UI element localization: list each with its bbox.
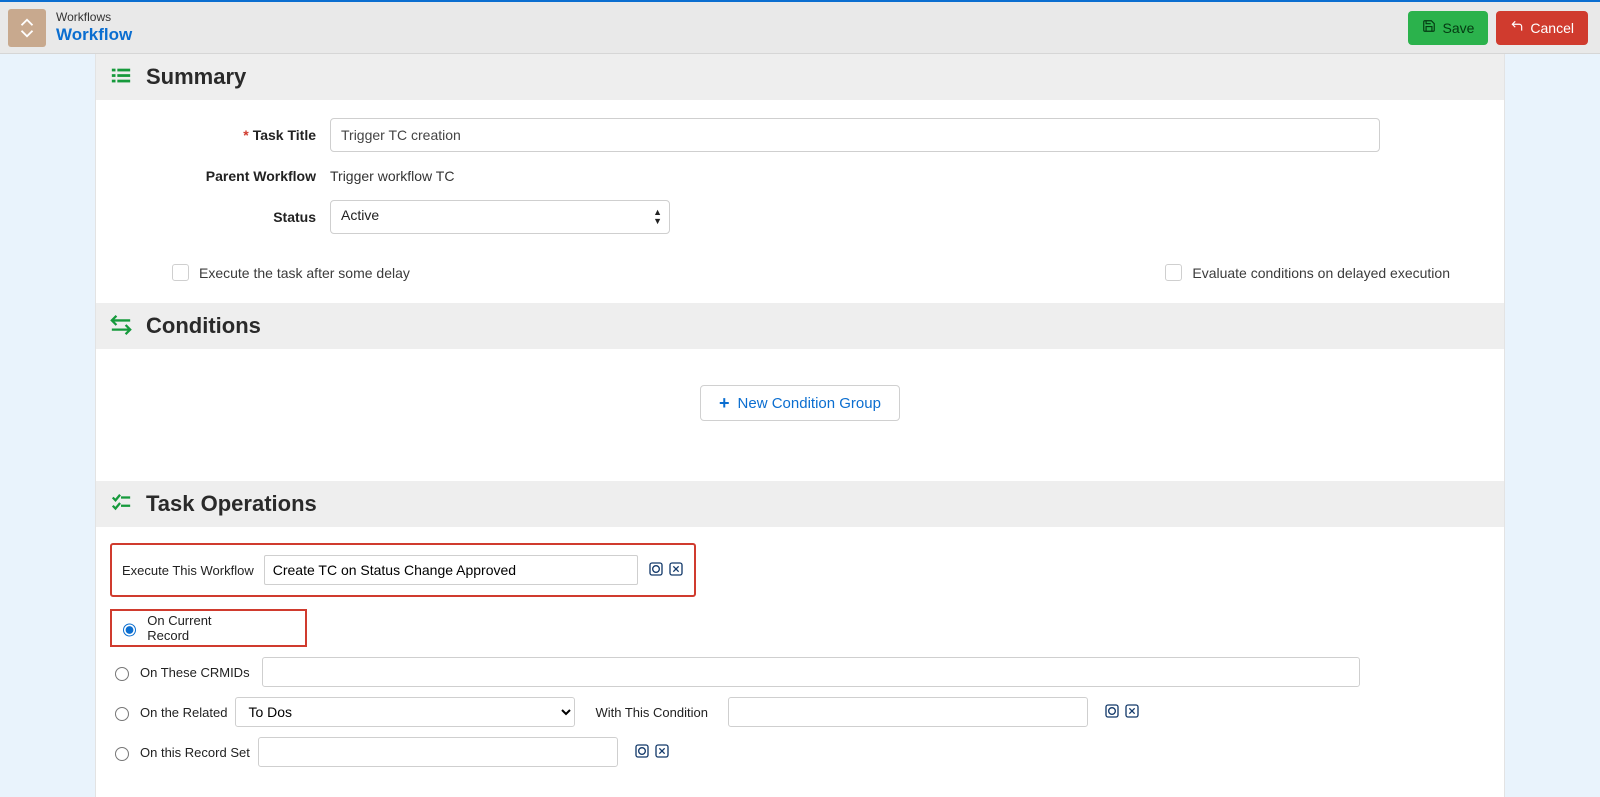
lookup-icon[interactable] bbox=[648, 561, 664, 580]
page-title: Workflow bbox=[56, 25, 132, 45]
section-conditions-title: Conditions bbox=[146, 313, 261, 339]
execute-delay-label: Execute the task after some delay bbox=[199, 265, 410, 281]
section-conditions-header: Conditions bbox=[96, 303, 1504, 349]
execute-workflow-label: Execute This Workflow bbox=[122, 563, 254, 578]
clear-icon[interactable] bbox=[668, 561, 684, 580]
radio-input[interactable] bbox=[115, 707, 129, 721]
checkbox-icon bbox=[1165, 264, 1182, 281]
app-icon bbox=[8, 9, 46, 47]
radio-on-the-related[interactable]: On the Related bbox=[110, 704, 227, 721]
eval-delayed-check[interactable]: Evaluate conditions on delayed execution bbox=[1165, 264, 1450, 281]
status-select[interactable]: Active ▲▼ bbox=[330, 200, 670, 234]
with-condition-label: With This Condition bbox=[595, 705, 707, 720]
summary-body: *Task Title Parent Workflow Trigger work… bbox=[96, 100, 1504, 256]
cancel-button[interactable]: Cancel bbox=[1496, 11, 1588, 45]
page: Summary *Task Title Parent Workflow Trig… bbox=[95, 54, 1505, 797]
undo-icon bbox=[1510, 19, 1524, 36]
radio-on-current-record[interactable]: On Current Record bbox=[110, 609, 307, 647]
radio-on-record-set[interactable]: On this Record Set bbox=[110, 744, 250, 761]
radio-input[interactable] bbox=[123, 623, 136, 637]
task-title-input[interactable] bbox=[330, 118, 1380, 152]
section-taskops-title: Task Operations bbox=[146, 491, 317, 517]
conditions-body: + New Condition Group bbox=[96, 349, 1504, 481]
parent-workflow-label: Parent Workflow bbox=[206, 168, 316, 184]
record-set-input[interactable] bbox=[258, 737, 618, 767]
status-select-value: Active bbox=[330, 200, 670, 234]
breadcrumb: Workflows Workflow bbox=[56, 11, 132, 44]
execute-workflow-input[interactable] bbox=[264, 555, 638, 585]
with-condition-input[interactable] bbox=[728, 697, 1088, 727]
parent-workflow-value: Trigger workflow TC bbox=[330, 168, 1490, 184]
section-summary-title: Summary bbox=[146, 64, 246, 90]
lookup-icon[interactable] bbox=[634, 743, 650, 762]
crmids-input[interactable] bbox=[262, 657, 1360, 687]
topbar: Workflows Workflow Save Cancel bbox=[0, 0, 1600, 54]
conditions-icon bbox=[110, 314, 132, 339]
execute-workflow-row: Execute This Workflow bbox=[110, 543, 696, 597]
radio-input[interactable] bbox=[115, 747, 129, 761]
eval-delayed-label: Evaluate conditions on delayed execution bbox=[1192, 265, 1450, 281]
save-button[interactable]: Save bbox=[1408, 11, 1488, 45]
summary-icon bbox=[110, 65, 132, 90]
radio-on-these-crmids-label: On These CRMIDs bbox=[140, 665, 250, 680]
execute-delay-check[interactable]: Execute the task after some delay bbox=[172, 264, 410, 281]
checkbox-icon bbox=[172, 264, 189, 281]
section-summary-header: Summary bbox=[96, 54, 1504, 100]
new-condition-group-button[interactable]: + New Condition Group bbox=[700, 385, 900, 421]
radio-on-the-related-label: On the Related bbox=[140, 705, 227, 720]
save-icon bbox=[1422, 19, 1436, 36]
taskops-icon bbox=[110, 492, 132, 517]
clear-icon[interactable] bbox=[654, 743, 670, 762]
new-condition-group-label: New Condition Group bbox=[738, 395, 881, 412]
radio-on-record-set-label: On this Record Set bbox=[140, 745, 250, 760]
radio-input[interactable] bbox=[115, 667, 129, 681]
cancel-button-label: Cancel bbox=[1530, 20, 1574, 36]
plus-icon: + bbox=[719, 394, 730, 412]
summary-check-row: Execute the task after some delay Evalua… bbox=[96, 256, 1504, 303]
related-module-select[interactable]: To Dos bbox=[235, 697, 575, 727]
stepper-icon: ▲▼ bbox=[653, 205, 662, 229]
task-title-label: Task Title bbox=[253, 127, 316, 143]
radio-on-these-crmids[interactable]: On These CRMIDs bbox=[110, 664, 250, 681]
section-taskops-header: Task Operations bbox=[96, 481, 1504, 527]
radio-on-current-record-label: On Current Record bbox=[147, 613, 251, 643]
taskops-body: Execute This Workflow On Current Record … bbox=[96, 527, 1504, 797]
save-button-label: Save bbox=[1442, 20, 1474, 36]
status-label: Status bbox=[273, 209, 316, 225]
breadcrumb-parent[interactable]: Workflows bbox=[56, 11, 132, 25]
